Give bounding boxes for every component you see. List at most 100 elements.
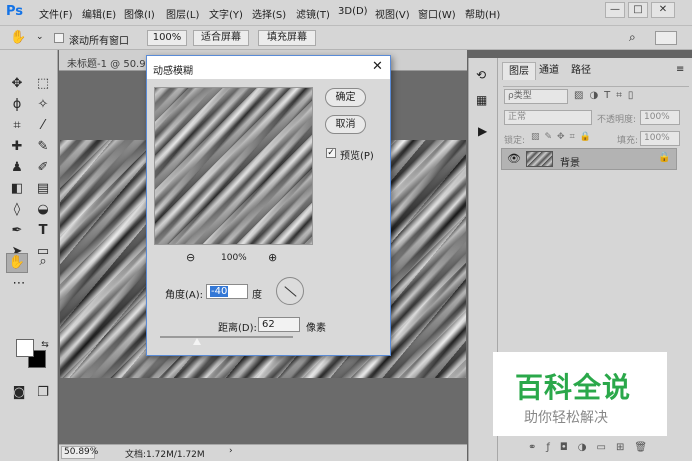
menu-select[interactable]: 选择(S)	[252, 6, 286, 21]
menu-view[interactable]: 视图(V)	[375, 6, 410, 21]
document-tab-title: 未标题-1 @ 50.9	[67, 59, 146, 70]
clone-stamp-tool-icon[interactable]: ♟	[8, 159, 26, 177]
document-info: 文档:1.72M/1.72M	[125, 450, 205, 460]
foreground-color-swatch[interactable]	[16, 339, 34, 357]
swap-colors-icon[interactable]: ⇆	[36, 336, 54, 354]
layer-filter-select[interactable]: ρ类型	[504, 89, 568, 104]
filter-preview[interactable]	[154, 87, 313, 245]
healing-brush-tool-icon[interactable]: ✚	[8, 138, 26, 156]
angle-input[interactable]: -40	[206, 284, 248, 299]
menu-image[interactable]: 图像(I)	[124, 6, 155, 21]
cancel-button[interactable]: 取消	[325, 115, 366, 134]
screen-mode-icon[interactable]: ❐	[34, 384, 52, 402]
ok-button[interactable]: 确定	[325, 88, 366, 107]
close-icon[interactable]: ✕	[372, 59, 383, 74]
crop-tool-icon[interactable]: ⌗	[8, 117, 26, 135]
motion-blur-dialog: 动感模糊 ✕ ⊖ 100% ⊕ 确定 取消 ✓ 预览(P) 角度(A): -40…	[146, 55, 391, 356]
panel-menu-icon[interactable]: ≡	[676, 64, 684, 75]
opacity-field[interactable]: 100%	[640, 110, 680, 125]
fit-screen-button[interactable]: 适合屏幕	[193, 30, 249, 46]
status-bar: 50.89% 文档:1.72M/1.72M ›	[59, 444, 467, 461]
options-bar: ✋ ⌄ 滚动所有窗口 100% 适合屏幕 填充屏幕 ⌕	[0, 26, 692, 50]
angle-dial[interactable]	[276, 277, 304, 305]
hand-tool-active-icon[interactable]: ✋	[6, 253, 28, 273]
menu-3d[interactable]: 3D(D)	[338, 6, 368, 17]
brush-tool-icon[interactable]: ✎	[34, 138, 52, 156]
zoom-in-icon[interactable]: ⊕	[268, 251, 277, 264]
tab-divider	[503, 86, 689, 87]
zoom-level-field[interactable]: 50.89%	[61, 446, 98, 459]
quick-mask-icon[interactable]: ◙	[10, 384, 28, 402]
layer-filter-icons[interactable]: ▨◑T⌗▯	[574, 90, 639, 101]
zoom-100-button[interactable]: 100%	[147, 30, 187, 46]
angle-dial-needle	[284, 286, 297, 297]
chevron-down-icon[interactable]: ⌄	[36, 32, 44, 42]
lock-icon: 🔒	[658, 152, 671, 163]
properties-panel-icon[interactable]: ▦	[476, 93, 487, 107]
menu-edit[interactable]: 编辑(E)	[82, 6, 116, 21]
status-arrow-icon[interactable]: ›	[229, 446, 233, 456]
scroll-all-checkbox[interactable]	[54, 33, 64, 43]
distance-label: 距离(D):	[218, 323, 257, 334]
restore-button[interactable]: □	[628, 2, 648, 18]
minimize-button[interactable]: —	[605, 2, 625, 18]
tab-paths[interactable]: 路径	[565, 62, 597, 80]
menu-filter[interactable]: 滤镜(T)	[296, 6, 330, 21]
workspace-switcher-icon[interactable]	[655, 31, 677, 45]
menu-bar: Ps 文件(F) 编辑(E) 图像(I) 图层(L) 文字(Y) 选择(S) 滤…	[0, 0, 692, 26]
pen-tool-icon[interactable]: ✒	[8, 222, 26, 240]
preview-checkbox[interactable]: ✓	[326, 148, 336, 158]
menu-window[interactable]: 窗口(W)	[418, 6, 456, 21]
search-icon[interactable]: ⌕	[629, 30, 636, 45]
eyedropper-tool-icon[interactable]: ⁄	[34, 117, 52, 135]
layer-actions-icons[interactable]: ⚭ƒ◘◑▭⊞🗑	[528, 442, 657, 453]
dialog-title: 动感模糊	[153, 66, 193, 77]
preview-label: 预览(P)	[340, 151, 374, 162]
lasso-tool-icon[interactable]: ϕ	[8, 96, 26, 114]
menu-help[interactable]: 帮助(H)	[465, 6, 500, 21]
opacity-label: 不透明度:	[597, 115, 637, 125]
layer-name: 背景	[560, 158, 580, 169]
magic-wand-tool-icon[interactable]: ✧	[34, 96, 52, 114]
lock-icons[interactable]: ▨✎✥⌗🔒	[531, 132, 596, 142]
distance-slider-track[interactable]	[160, 336, 293, 338]
menu-layer[interactable]: 图层(L)	[166, 6, 199, 21]
fill-field[interactable]: 100%	[640, 131, 680, 146]
zoom-out-icon[interactable]: ⊖	[186, 251, 195, 264]
close-window-button[interactable]: ✕	[651, 2, 675, 18]
watermark-title: 百科全说	[515, 371, 632, 404]
marquee-tool-icon[interactable]: ⬚	[34, 75, 52, 93]
move-tool-icon[interactable]: ✥	[8, 75, 26, 93]
preview-zoom-level: 100%	[221, 253, 247, 263]
history-brush-tool-icon[interactable]: ✐	[34, 159, 52, 177]
gradient-tool-icon[interactable]: ▤	[34, 180, 52, 198]
lock-label: 锁定:	[504, 136, 526, 146]
angle-unit: 度	[252, 290, 262, 301]
distance-slider-thumb[interactable]	[193, 338, 201, 345]
eraser-tool-icon[interactable]: ◧	[8, 180, 26, 198]
tab-channels[interactable]: 通道	[533, 62, 565, 80]
tab-layers[interactable]: 图层	[502, 62, 536, 80]
type-tool-icon[interactable]: T	[34, 222, 52, 240]
distance-unit: 像素	[306, 323, 326, 334]
menu-file[interactable]: 文件(F)	[39, 6, 73, 21]
actions-play-icon[interactable]: ▶	[478, 124, 487, 138]
angle-label: 角度(A):	[165, 290, 204, 301]
dialog-title-bar[interactable]: 动感模糊 ✕	[147, 56, 390, 79]
watermark-subtitle: 助你轻松解决	[524, 410, 608, 426]
visibility-eye-icon[interactable]: 👁	[507, 152, 521, 165]
scroll-all-label: 滚动所有窗口	[69, 36, 129, 47]
layer-thumbnail	[526, 151, 553, 167]
zoom-tool-icon[interactable]: ⌕	[34, 253, 52, 271]
layer-row[interactable]: 👁 背景 🔒	[501, 148, 677, 170]
dodge-tool-icon[interactable]: ◒	[34, 201, 52, 219]
watermark-logo: 百科全说 助你轻松解决	[493, 352, 667, 436]
fill-screen-button[interactable]: 填充屏幕	[258, 30, 316, 46]
menu-type[interactable]: 文字(Y)	[209, 6, 243, 21]
history-panel-icon[interactable]: ⟲	[476, 68, 486, 82]
more-tools-icon[interactable]: ⋯	[10, 275, 28, 293]
hand-tool-icon[interactable]: ✋	[10, 30, 26, 45]
blur-tool-icon[interactable]: ◊	[8, 201, 26, 219]
distance-input[interactable]: 62	[258, 317, 300, 332]
blend-mode-select[interactable]: 正常	[504, 110, 592, 125]
